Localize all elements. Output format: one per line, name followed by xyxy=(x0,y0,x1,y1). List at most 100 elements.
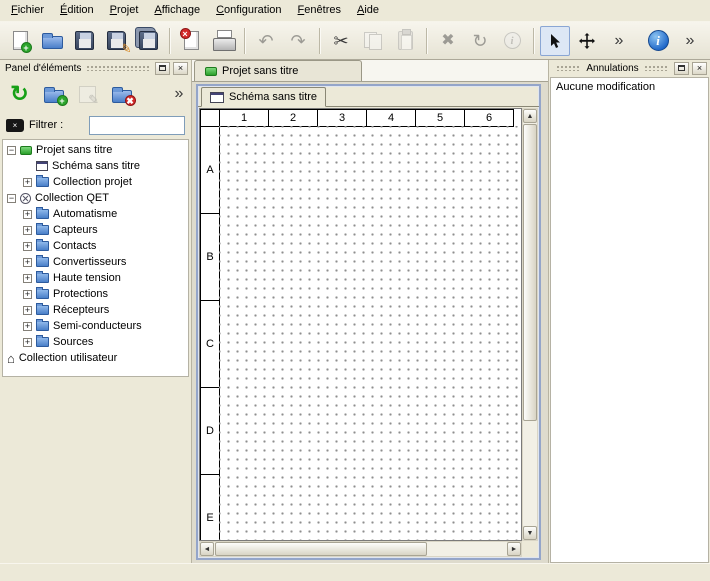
delete-element-button[interactable]: ✖ xyxy=(107,80,136,109)
tree-item-schema-sans-titre[interactable]: Schéma sans titre xyxy=(3,158,188,174)
reload-collections-button[interactable]: ↻ xyxy=(5,80,34,109)
dock-drag-handle[interactable] xyxy=(644,65,669,71)
float-panel-button[interactable] xyxy=(155,62,170,75)
tree-item-collection-projet[interactable]: + Collection projet xyxy=(3,174,188,190)
horizontal-scrollbar[interactable]: ◄ ► xyxy=(199,541,522,557)
tree-item-collection-qet[interactable]: − Collection QET xyxy=(3,190,188,206)
paste-button[interactable] xyxy=(390,26,420,56)
dock-drag-handle[interactable] xyxy=(86,65,150,71)
tree-expander-icon[interactable]: − xyxy=(7,194,16,203)
undo-button[interactable]: ↶ xyxy=(251,26,281,56)
save-all-button[interactable] xyxy=(133,26,163,56)
column-header: 2 xyxy=(268,109,318,127)
tree-item-recepteurs[interactable]: + Récepteurs xyxy=(3,302,188,318)
print-button[interactable] xyxy=(208,26,238,56)
copy-button[interactable] xyxy=(358,26,388,56)
delete-button[interactable]: ✖ xyxy=(433,26,463,56)
clear-filter-icon[interactable]: × xyxy=(6,119,24,132)
scroll-left-button[interactable]: ◄ xyxy=(200,542,214,556)
menu-projet[interactable]: Projet xyxy=(102,0,147,21)
column-header: 6 xyxy=(464,109,514,127)
tree-expander-icon[interactable]: + xyxy=(23,210,32,219)
tree-item-contacts[interactable]: + Contacts xyxy=(3,238,188,254)
tree-item-label: Semi-conducteurs xyxy=(53,320,142,332)
menu-edition[interactable]: Édition xyxy=(52,0,102,21)
save-as-button[interactable]: ✎ xyxy=(101,26,131,56)
tree-expander-icon[interactable]: + xyxy=(23,274,32,283)
dock-drag-handle[interactable] xyxy=(556,65,581,71)
tree-item-sources[interactable]: + Sources xyxy=(3,334,188,350)
tree-expander-icon[interactable]: + xyxy=(23,242,32,251)
menu-fenetres[interactable]: Fenêtres xyxy=(290,0,349,21)
tree-expander-icon[interactable]: + xyxy=(23,258,32,267)
menu-fichier[interactable]: Fichier xyxy=(3,0,52,21)
diagram-viewport[interactable]: 1 2 3 4 5 6 A B xyxy=(199,108,522,541)
edit-element-button[interactable]: ✎ xyxy=(73,80,102,109)
close-panel-button[interactable]: × xyxy=(173,62,188,75)
rotate-button[interactable]: ↻ xyxy=(465,26,495,56)
edit-element-icon: ✎ xyxy=(79,86,96,103)
folder-icon xyxy=(36,177,49,187)
tree-expander-icon[interactable]: + xyxy=(23,290,32,299)
scroll-down-button[interactable]: ▼ xyxy=(523,526,537,540)
more-help-button[interactable]: » xyxy=(675,26,705,56)
tree-item-label: Schéma sans titre xyxy=(52,160,140,172)
close-project-button[interactable]: × xyxy=(176,26,206,56)
new-document-button[interactable]: + xyxy=(5,26,35,56)
close-panel-button[interactable]: × xyxy=(692,62,707,75)
about-info-icon: i xyxy=(648,30,669,51)
menu-configuration[interactable]: Configuration xyxy=(208,0,289,21)
tree-expander-icon[interactable]: + xyxy=(23,322,32,331)
folder-icon xyxy=(36,257,49,267)
column-header: 4 xyxy=(366,109,416,127)
tree-item-capteurs[interactable]: + Capteurs xyxy=(3,222,188,238)
about-qet-button[interactable]: i xyxy=(643,26,673,56)
undo-history-list[interactable]: Aucune modification xyxy=(550,77,709,563)
horizontal-scroll-thumb[interactable] xyxy=(215,542,427,556)
tree-item-collection-utilisateur[interactable]: ⌂ Collection utilisateur xyxy=(3,350,188,366)
tree-item-haute-tension[interactable]: + Haute tension xyxy=(3,270,188,286)
row-header: A xyxy=(200,126,220,214)
open-project-button[interactable] xyxy=(37,26,67,56)
folder-icon xyxy=(36,241,49,251)
tree-item-convertisseurs[interactable]: + Convertisseurs xyxy=(3,254,188,270)
float-panel-button[interactable] xyxy=(674,62,689,75)
tree-item-label: Collection utilisateur xyxy=(19,352,117,364)
scroll-up-button[interactable]: ▲ xyxy=(523,109,537,123)
tree-item-projet-sans-titre[interactable]: − Projet sans titre xyxy=(3,142,188,158)
open-folder-icon xyxy=(42,36,63,49)
tree-item-protections[interactable]: + Protections xyxy=(3,286,188,302)
tree-item-label: Collection projet xyxy=(53,176,132,188)
tree-item-label: Contacts xyxy=(53,240,96,252)
tree-expander-icon[interactable]: + xyxy=(23,226,32,235)
vertical-scrollbar[interactable]: ▲ ▼ xyxy=(522,108,538,541)
tree-item-automatisme[interactable]: + Automatisme xyxy=(3,206,188,222)
tree-expander-icon[interactable]: + xyxy=(23,306,32,315)
menu-aide[interactable]: Aide xyxy=(349,0,387,21)
tree-item-semi-conducteurs[interactable]: + Semi-conducteurs xyxy=(3,318,188,334)
diagram-sheet[interactable]: 1 2 3 4 5 6 A B xyxy=(200,109,520,541)
selection-mode-button[interactable] xyxy=(540,26,570,56)
tab-schema-sans-titre[interactable]: Schéma sans titre xyxy=(201,87,326,107)
toolbar-separator xyxy=(319,28,320,54)
panel-more-button[interactable]: » xyxy=(172,80,186,109)
new-element-button[interactable]: + xyxy=(39,80,68,109)
scroll-right-button[interactable]: ► xyxy=(507,542,521,556)
tab-projet-sans-titre[interactable]: Projet sans titre xyxy=(194,60,362,81)
tree-expander-icon[interactable]: + xyxy=(23,338,32,347)
more-tools-button[interactable]: » xyxy=(604,26,634,56)
project-tab-bar: Projet sans titre xyxy=(192,60,548,82)
dotted-grid-canvas[interactable] xyxy=(219,126,519,541)
filter-input[interactable] xyxy=(89,116,185,135)
pan-mode-button[interactable] xyxy=(572,26,602,56)
tree-expander-icon[interactable]: − xyxy=(7,146,16,155)
undo-panel: Annulations × Aucune modification xyxy=(548,60,710,563)
redo-button[interactable]: ↷ xyxy=(283,26,313,56)
tree-expander-icon[interactable]: + xyxy=(23,178,32,187)
save-button[interactable] xyxy=(69,26,99,56)
diagram-properties-button[interactable]: i xyxy=(497,26,527,56)
vertical-scroll-thumb[interactable] xyxy=(523,124,537,421)
menu-affichage[interactable]: Affichage xyxy=(146,0,208,21)
cut-button[interactable]: ✂ xyxy=(326,26,356,56)
column-header: 1 xyxy=(219,109,269,127)
